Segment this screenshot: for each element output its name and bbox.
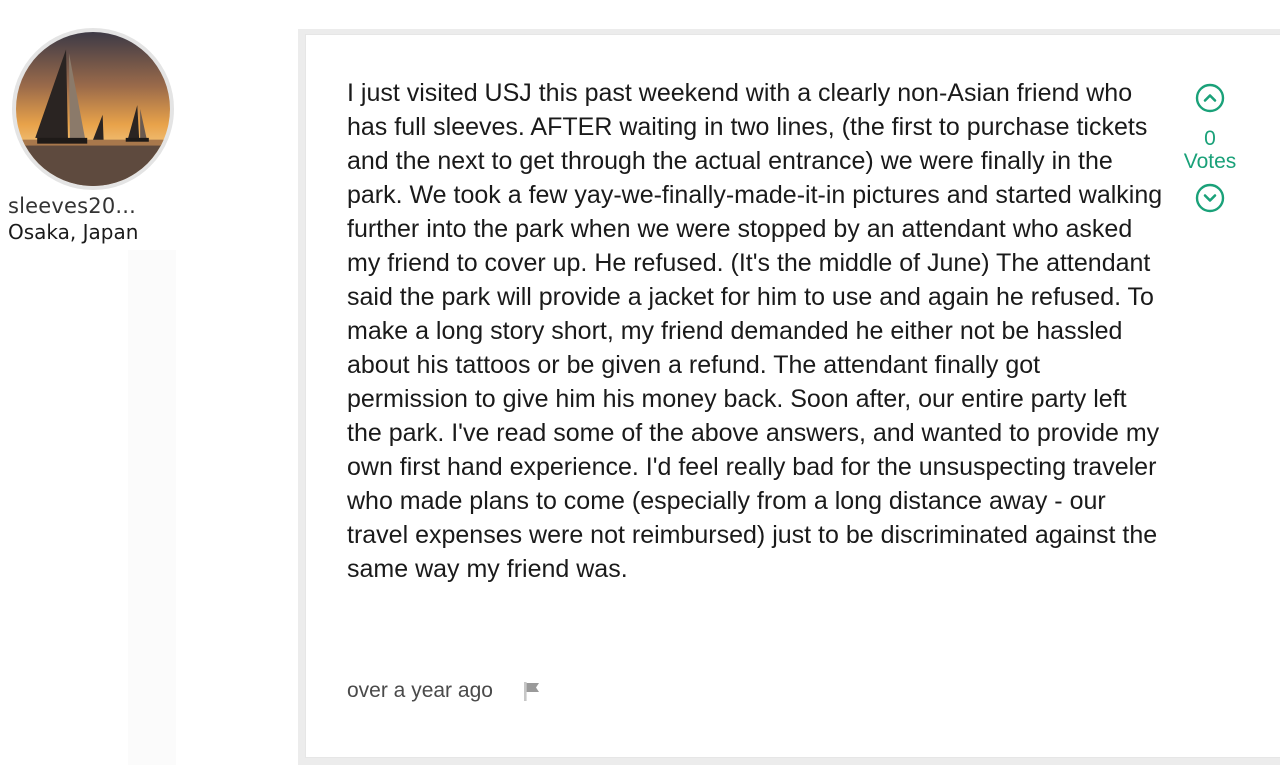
- author-location: Osaka, Japan: [8, 220, 139, 244]
- sidebar-shade: [128, 250, 176, 765]
- chevron-up-circle-icon[interactable]: [1194, 82, 1226, 114]
- answer-page: sleeves20... Osaka, Japan I just visited…: [0, 0, 1280, 765]
- flag-icon[interactable]: [519, 678, 545, 704]
- answer-body: I just visited USJ this past weekend wit…: [347, 79, 1163, 583]
- sailboat-sunset-avatar-icon: [16, 32, 170, 186]
- avatar[interactable]: [12, 28, 174, 190]
- vote-count: 0: [1204, 127, 1216, 150]
- author-username[interactable]: sleeves20...: [8, 194, 136, 218]
- vote-label: Votes: [1183, 150, 1237, 173]
- answer-meta: over a year ago: [347, 676, 545, 706]
- answer-timestamp: over a year ago: [347, 679, 493, 702]
- chevron-down-circle-icon[interactable]: [1194, 182, 1226, 214]
- vote-widget: 0 Votes: [1176, 82, 1244, 214]
